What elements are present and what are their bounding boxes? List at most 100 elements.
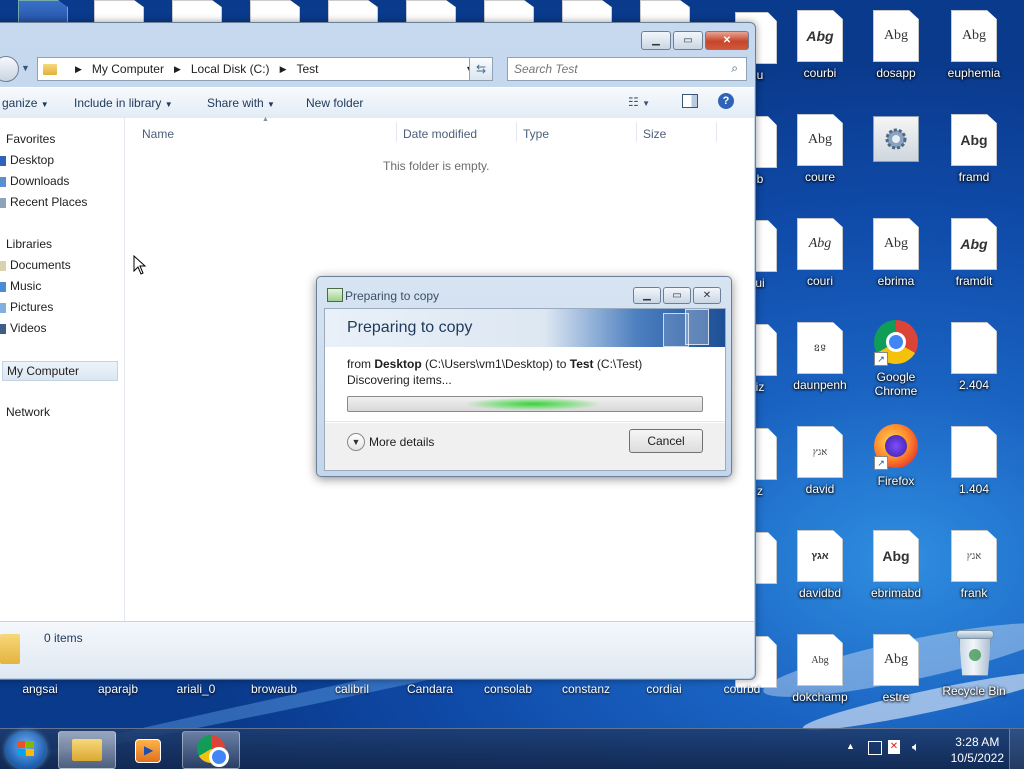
desktop-icon-couri[interactable]: Abg couri — [782, 218, 858, 288]
breadcrumb-local-disk[interactable]: Local Disk (C:) — [191, 62, 270, 76]
desktop-icon-partial[interactable] — [18, 0, 68, 24]
column-header-type[interactable]: Type — [523, 127, 549, 141]
volume-icon[interactable]: 🔈︎ — [912, 739, 920, 755]
nav-desktop[interactable]: Desktop — [0, 153, 54, 167]
desktop-icon-google-chrome[interactable]: ↗ Google Chrome — [858, 320, 934, 398]
nav-downloads[interactable]: Downloads — [0, 174, 69, 188]
desktop-icon-euphemia[interactable]: Abg euphemia — [936, 10, 1012, 80]
taskbar-explorer-button[interactable] — [58, 731, 116, 769]
include-in-library-button[interactable]: Include in library ▼ — [74, 96, 173, 110]
desktop-icon-label[interactable]: consolab — [470, 682, 546, 696]
dialog-close-button[interactable]: ✕ — [693, 287, 721, 304]
desktop-icon-ebrima[interactable]: Abg ebrima — [858, 218, 934, 288]
desktop-icon-recycle-bin[interactable]: Recycle Bin — [936, 630, 1012, 698]
column-header-date-modified[interactable]: Date modified — [403, 127, 477, 141]
back-button[interactable] — [0, 56, 19, 82]
nav-my-computer[interactable]: My Computer — [2, 361, 118, 381]
desktop-icon-label[interactable]: constanz — [548, 682, 624, 696]
address-bar[interactable]: ▶ My Computer ▶ Local Disk (C:) ▶ Test ▼ — [37, 57, 491, 81]
clock-time: 3:28 AM — [955, 735, 1000, 749]
desktop-icon-label[interactable]: cordiai — [626, 682, 702, 696]
taskbar-chrome-button[interactable] — [182, 731, 240, 769]
desktop-icon-2-404[interactable]: 2.404 — [936, 322, 1012, 392]
desktop-icon-daunpenh[interactable]: ឧទ daunpenh — [782, 322, 858, 392]
desktop-icon-partial[interactable] — [640, 0, 690, 24]
desktop-icon-partial[interactable] — [406, 0, 456, 24]
desktop-icon-frank[interactable]: אגץ frank — [936, 530, 1012, 600]
desktop-icon-partial[interactable] — [562, 0, 612, 24]
history-dropdown-icon[interactable]: ▼ — [21, 63, 30, 73]
nav-libraries[interactable]: Libraries — [6, 237, 52, 251]
desktop-icon-partial[interactable] — [484, 0, 534, 24]
refresh-button[interactable]: ⇆ — [469, 57, 493, 81]
taskbar-media-player-button[interactable]: ▶ — [120, 731, 178, 769]
desktop-icon-davidbd[interactable]: אגץ davidbd — [782, 530, 858, 600]
nav-pictures[interactable]: Pictures — [0, 300, 53, 314]
start-button[interactable] — [6, 731, 46, 769]
desktop-icon-estre[interactable]: Abg estre — [858, 634, 934, 704]
desktop-icon-label[interactable]: aparajb — [80, 682, 156, 696]
desktop-icon-label[interactable]: ariali_0 — [158, 682, 234, 696]
share-with-button[interactable]: Share with ▼ — [207, 96, 275, 110]
search-icon[interactable]: ⌕ — [731, 61, 738, 76]
navigation-bar: ▼ ▶ My Computer ▶ Local Disk (C:) ▶ Test… — [0, 55, 755, 83]
clock[interactable]: 3:28 AM 10/5/2022 — [951, 734, 1004, 766]
preview-pane-icon[interactable] — [682, 94, 698, 108]
desktop-icon-courbi[interactable]: Abg courbi — [782, 10, 858, 80]
dialog-minimize-button[interactable]: ▁ — [633, 287, 661, 304]
nav-favorites[interactable]: Favorites — [6, 132, 55, 146]
nav-videos[interactable]: Videos — [0, 321, 46, 335]
new-folder-button[interactable]: New folder — [306, 96, 363, 110]
desktop-icon-label[interactable]: courbd — [704, 682, 780, 696]
breadcrumb-test[interactable]: Test — [296, 62, 318, 76]
desktop-icon-framdit[interactable]: Abg framdit — [936, 218, 1012, 288]
help-icon[interactable]: ? — [718, 93, 734, 109]
column-divider[interactable] — [716, 122, 717, 142]
column-divider[interactable] — [396, 122, 397, 142]
desktop-icon-david[interactable]: אגץ david — [782, 426, 858, 496]
desktop-icon-partial[interactable] — [250, 0, 300, 24]
destination-name[interactable]: Test — [570, 357, 594, 371]
nav-music[interactable]: Music — [0, 279, 41, 293]
desktop-icon-dokchamp[interactable]: Abg dokchamp — [782, 634, 858, 704]
desktop-icon-framd[interactable]: Abg framd — [936, 114, 1012, 184]
show-hidden-icons-button[interactable]: ▲ — [846, 741, 855, 751]
close-button[interactable]: ✕ — [705, 31, 749, 50]
dialog-maximize-button[interactable]: ▭ — [663, 287, 691, 304]
desktop-icon-partial[interactable] — [328, 0, 378, 24]
network-icon[interactable] — [868, 741, 882, 755]
nav-network[interactable]: Network — [6, 405, 50, 419]
desktop-icon-label[interactable]: browaub — [236, 682, 312, 696]
desktop-icon-label[interactable]: Candara — [392, 682, 468, 696]
cancel-button[interactable]: Cancel — [629, 429, 703, 453]
organize-button[interactable]: ganize ▼ — [2, 96, 49, 110]
desktop-icon-1-404[interactable]: 1.404 — [936, 426, 1012, 496]
more-details-toggle[interactable]: ▼ More details — [347, 433, 434, 451]
desktop-icon-dosapp[interactable]: Abg dosapp — [858, 10, 934, 80]
search-box[interactable]: ⌕ — [507, 57, 747, 81]
source-name[interactable]: Desktop — [374, 357, 421, 371]
column-header-name[interactable]: Name — [142, 127, 174, 141]
column-divider[interactable] — [636, 122, 637, 142]
desktop-icon-coure[interactable]: Abg coure — [782, 114, 858, 184]
view-options-icon[interactable]: ☷ ▼ — [628, 95, 650, 109]
desktop-icon-label[interactable]: calibril — [314, 682, 390, 696]
desktop-icon-settings[interactable] — [858, 116, 934, 170]
nav-documents[interactable]: Documents — [0, 258, 71, 272]
desktop-icon-firefox[interactable]: ↗ Firefox — [858, 424, 934, 488]
copy-progress-dialog[interactable]: Preparing to copy ▁ ▭ ✕ Preparing to cop… — [316, 276, 732, 477]
desktop-icon-ebrimabd[interactable]: Abg ebrimabd — [858, 530, 934, 600]
maximize-button[interactable]: ▭ — [673, 31, 703, 50]
empty-folder-message: This folder is empty. — [383, 159, 490, 173]
desktop-icon-partial[interactable] — [172, 0, 222, 24]
show-desktop-button[interactable] — [1009, 729, 1024, 769]
desktop-icon-label[interactable]: angsai — [2, 682, 78, 696]
column-header-size[interactable]: Size — [643, 127, 666, 141]
desktop-icon-partial[interactable] — [94, 0, 144, 24]
nav-recent-places[interactable]: Recent Places — [0, 195, 87, 209]
minimize-button[interactable]: ▁ — [641, 31, 671, 50]
action-center-icon[interactable]: ✕ — [888, 740, 900, 754]
search-input[interactable] — [508, 61, 716, 77]
breadcrumb-my-computer[interactable]: My Computer — [92, 62, 164, 76]
column-divider[interactable] — [516, 122, 517, 142]
